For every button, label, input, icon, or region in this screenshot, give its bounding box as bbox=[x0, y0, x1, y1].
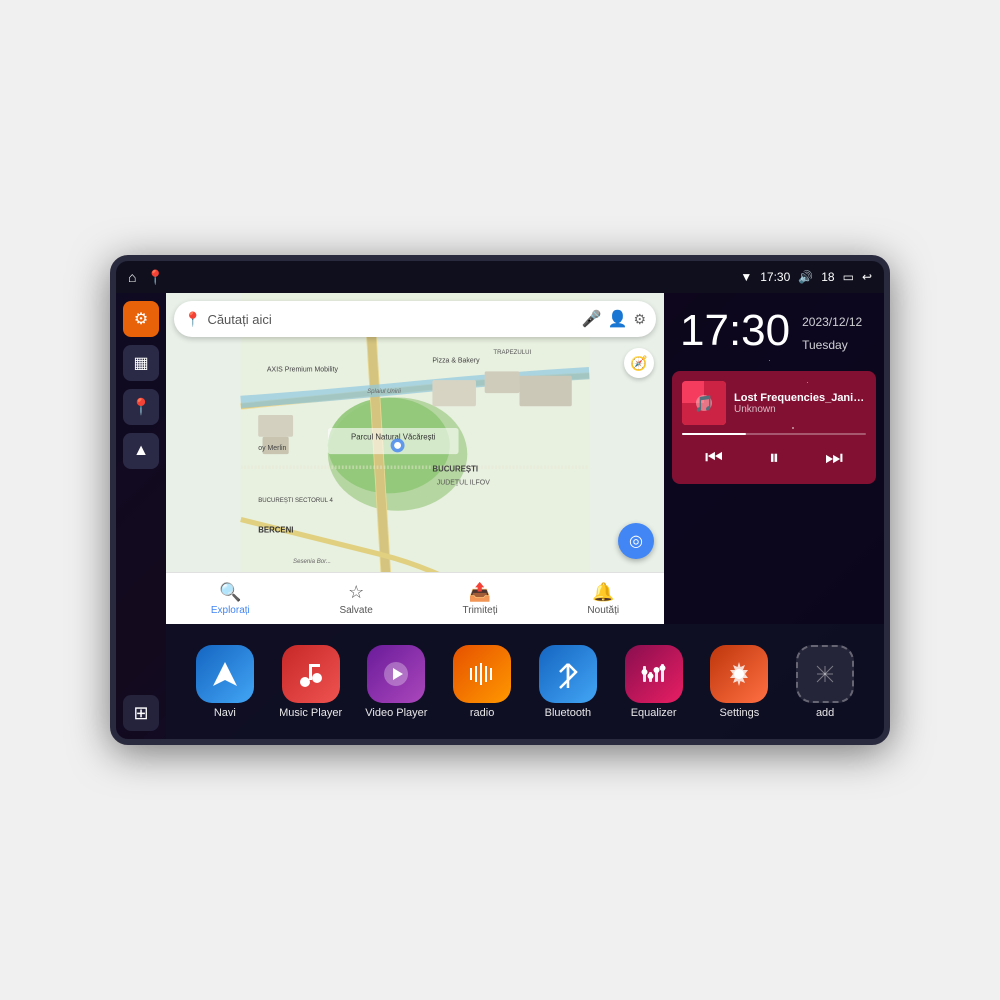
files-icon: ▦ bbox=[133, 353, 148, 373]
location-target-icon: ◎ bbox=[629, 531, 643, 551]
map-nav-updates[interactable]: 🔔 Noutăți bbox=[587, 582, 619, 616]
main-content: ⚙ ▦ 📍 ▲ ⊞ 📍 bbox=[116, 293, 884, 739]
updates-label: Noutăți bbox=[587, 605, 619, 616]
battery-level: 18 bbox=[821, 270, 834, 284]
svg-text:Pizza & Bakery: Pizza & Bakery bbox=[432, 358, 480, 365]
device-frame: ⌂ 📍 ▼ 17:30 🔊 18 ▭ ↩ ⚙ bbox=[110, 255, 890, 745]
map-search-placeholder[interactable]: Căutați aici bbox=[207, 312, 575, 327]
nav-arrow-icon: ▲ bbox=[133, 442, 149, 460]
sidebar-btn-maps[interactable]: 📍 bbox=[123, 389, 159, 425]
saved-icon: ☆ bbox=[348, 582, 364, 603]
sidebar-grid-button[interactable]: ⊞ bbox=[123, 695, 159, 731]
share-icon: 📤 bbox=[469, 582, 491, 603]
map-nav-saved[interactable]: ☆ Salvate bbox=[339, 582, 372, 616]
explore-icon: 🔍 bbox=[219, 582, 241, 603]
sidebar-btn-settings[interactable]: ⚙ bbox=[123, 301, 159, 337]
volume-icon: 🔊 bbox=[798, 270, 813, 284]
sidebar-btn-nav[interactable]: ▲ bbox=[123, 433, 159, 469]
svg-text:oy Merlin: oy Merlin bbox=[258, 445, 286, 452]
status-bar: ⌂ 📍 ▼ 17:30 🔊 18 ▭ ↩ bbox=[116, 261, 884, 293]
svg-text:Sesenia Bor...: Sesenia Bor... bbox=[293, 558, 331, 565]
settings-icon: ⚙ bbox=[134, 309, 148, 329]
sidebar: ⚙ ▦ 📍 ▲ ⊞ bbox=[116, 293, 166, 739]
home-icon[interactable]: ⌂ bbox=[128, 269, 136, 285]
saved-label: Salvate bbox=[339, 605, 372, 616]
svg-text:AXIS Premium Mobility: AXIS Premium Mobility bbox=[267, 366, 339, 373]
svg-text:Splaiul Unirii: Splaiul Unirii bbox=[367, 388, 401, 395]
map-panel[interactable]: 📍 Căutați aici 🎤 👤 ⚙ bbox=[166, 293, 664, 624]
profile-icon[interactable]: 👤 bbox=[608, 309, 628, 329]
updates-icon: 🔔 bbox=[592, 582, 614, 603]
map-nav-explore[interactable]: 🔍 Explorați bbox=[211, 582, 250, 616]
map-fab-location[interactable]: ◎ bbox=[618, 523, 654, 559]
wifi-icon: ▼ bbox=[740, 270, 752, 284]
map-nav-share[interactable]: 📤 Trimiteți bbox=[463, 582, 498, 616]
back-icon[interactable]: ↩ bbox=[862, 270, 872, 284]
map-search-actions: 🎤 👤 ⚙ bbox=[582, 309, 646, 329]
grid-icon: ⊞ bbox=[133, 703, 148, 724]
status-left-icons: ⌂ 📍 bbox=[128, 269, 164, 286]
status-time: 17:30 bbox=[760, 270, 790, 284]
compass-icon: 🧭 bbox=[630, 355, 647, 372]
map-settings-icon[interactable]: ⚙ bbox=[633, 311, 646, 328]
map-search-bar[interactable]: 📍 Căutați aici 🎤 👤 ⚙ bbox=[174, 301, 656, 337]
svg-text:BERCENI: BERCENI bbox=[258, 526, 293, 535]
svg-text:BUCUREȘTI SECTORUL 4: BUCUREȘTI SECTORUL 4 bbox=[258, 497, 333, 504]
mic-icon[interactable]: 🎤 bbox=[582, 309, 602, 329]
svg-text:TRAPEZULUI: TRAPEZULUI bbox=[493, 349, 531, 356]
svg-text:BUCUREȘTI: BUCUREȘTI bbox=[432, 465, 478, 474]
explore-label: Explorați bbox=[211, 605, 250, 616]
map-bottom-nav: 🔍 Explorați ☆ Salvate 📤 Trimiteți 🔔 bbox=[166, 572, 664, 624]
map-pin-icon: 📍 bbox=[131, 397, 151, 417]
sidebar-btn-files[interactable]: ▦ bbox=[123, 345, 159, 381]
share-label: Trimiteți bbox=[463, 605, 498, 616]
battery-icon: ▭ bbox=[843, 270, 854, 284]
google-maps-icon: 📍 bbox=[184, 311, 201, 328]
status-right-info: ▼ 17:30 🔊 18 ▭ ↩ bbox=[740, 270, 872, 284]
svg-text:JUDEȚUL ILFOV: JUDEȚUL ILFOV bbox=[437, 480, 490, 487]
location-icon[interactable]: 📍 bbox=[146, 269, 163, 286]
map-compass[interactable]: 🧭 bbox=[624, 348, 654, 378]
